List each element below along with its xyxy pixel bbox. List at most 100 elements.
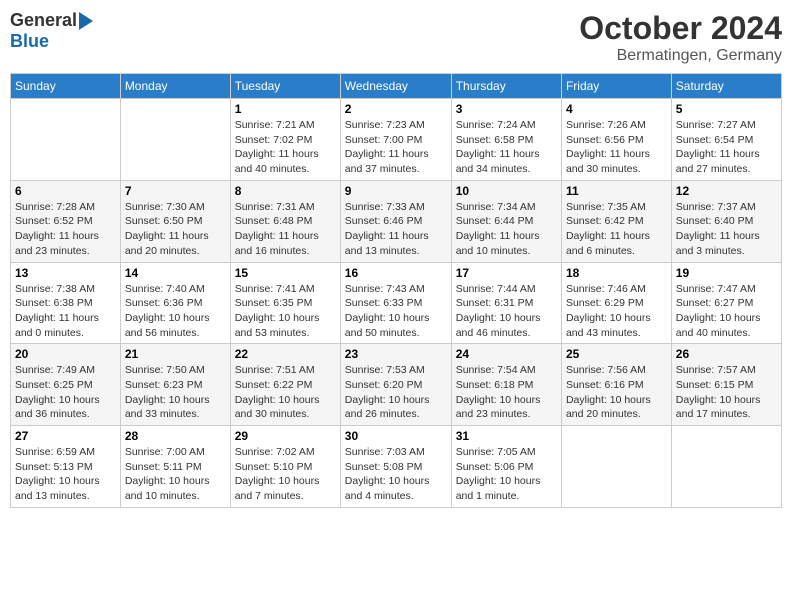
calendar-cell: 22 Sunrise: 7:51 AM Sunset: 6:22 PM Dayli… xyxy=(230,344,340,426)
day-info: Sunrise: 7:37 AM Sunset: 6:40 PM Dayligh… xyxy=(676,200,777,259)
day-info: Sunrise: 7:53 AM Sunset: 6:20 PM Dayligh… xyxy=(345,363,447,422)
calendar-cell: 6 Sunrise: 7:28 AM Sunset: 6:52 PM Daylig… xyxy=(11,180,121,262)
day-info: Sunrise: 7:23 AM Sunset: 7:00 PM Dayligh… xyxy=(345,118,447,177)
day-info: Sunrise: 7:40 AM Sunset: 6:36 PM Dayligh… xyxy=(125,282,226,341)
calendar-cell: 28 Sunrise: 7:00 AM Sunset: 5:11 PM Dayli… xyxy=(120,426,230,508)
day-number: 22 xyxy=(235,347,336,361)
calendar-week-row: 6 Sunrise: 7:28 AM Sunset: 6:52 PM Daylig… xyxy=(11,180,782,262)
day-number: 26 xyxy=(676,347,777,361)
calendar-cell: 9 Sunrise: 7:33 AM Sunset: 6:46 PM Daylig… xyxy=(340,180,451,262)
day-number: 29 xyxy=(235,429,336,443)
day-number: 16 xyxy=(345,266,447,280)
weekday-header: Sunday xyxy=(11,74,121,99)
day-info: Sunrise: 7:54 AM Sunset: 6:18 PM Dayligh… xyxy=(456,363,557,422)
day-number: 6 xyxy=(15,184,116,198)
day-number: 17 xyxy=(456,266,557,280)
calendar-week-row: 13Sunrise: 7:38 AM Sunset: 6:38 PM Dayli… xyxy=(11,262,782,344)
calendar-cell: 31Sunrise: 7:05 AM Sunset: 5:06 PM Dayli… xyxy=(451,426,561,508)
weekday-header: Tuesday xyxy=(230,74,340,99)
weekday-header: Wednesday xyxy=(340,74,451,99)
calendar-cell: 25Sunrise: 7:56 AM Sunset: 6:16 PM Dayli… xyxy=(561,344,671,426)
month-title: October 2024 xyxy=(579,10,782,47)
day-info: Sunrise: 7:38 AM Sunset: 6:38 PM Dayligh… xyxy=(15,282,116,341)
day-number: 20 xyxy=(15,347,116,361)
weekday-header: Saturday xyxy=(671,74,781,99)
calendar-cell: 26Sunrise: 7:57 AM Sunset: 6:15 PM Dayli… xyxy=(671,344,781,426)
calendar-cell: 15 Sunrise: 7:41 AM Sunset: 6:35 PM Dayli… xyxy=(230,262,340,344)
day-info: Sunrise: 7:21 AM Sunset: 7:02 PM Dayligh… xyxy=(235,118,336,177)
weekday-header-row: SundayMondayTuesdayWednesdayThursdayFrid… xyxy=(11,74,782,99)
calendar-cell: 24 Sunrise: 7:54 AM Sunset: 6:18 PM Dayli… xyxy=(451,344,561,426)
day-info: Sunrise: 7:47 AM Sunset: 6:27 PM Dayligh… xyxy=(676,282,777,341)
day-number: 11 xyxy=(566,184,667,198)
day-info: Sunrise: 7:44 AM Sunset: 6:31 PM Dayligh… xyxy=(456,282,557,341)
calendar-cell xyxy=(671,426,781,508)
calendar-cell xyxy=(120,99,230,181)
day-number: 23 xyxy=(345,347,447,361)
calendar-cell: 4Sunrise: 7:26 AM Sunset: 6:56 PM Daylig… xyxy=(561,99,671,181)
calendar-cell: 21Sunrise: 7:50 AM Sunset: 6:23 PM Dayli… xyxy=(120,344,230,426)
day-number: 3 xyxy=(456,102,557,116)
calendar-cell: 7 Sunrise: 7:30 AM Sunset: 6:50 PM Daylig… xyxy=(120,180,230,262)
calendar-cell: 19Sunrise: 7:47 AM Sunset: 6:27 PM Dayli… xyxy=(671,262,781,344)
day-number: 25 xyxy=(566,347,667,361)
calendar-week-row: 20Sunrise: 7:49 AM Sunset: 6:25 PM Dayli… xyxy=(11,344,782,426)
logo-arrow-icon xyxy=(79,12,93,30)
calendar-cell: 29Sunrise: 7:02 AM Sunset: 5:10 PM Dayli… xyxy=(230,426,340,508)
calendar-cell xyxy=(561,426,671,508)
calendar-cell xyxy=(11,99,121,181)
calendar-cell: 12 Sunrise: 7:37 AM Sunset: 6:40 PM Dayli… xyxy=(671,180,781,262)
calendar-cell: 3Sunrise: 7:24 AM Sunset: 6:58 PM Daylig… xyxy=(451,99,561,181)
day-number: 5 xyxy=(676,102,777,116)
calendar-cell: 20Sunrise: 7:49 AM Sunset: 6:25 PM Dayli… xyxy=(11,344,121,426)
day-number: 7 xyxy=(125,184,226,198)
calendar-cell: 18 Sunrise: 7:46 AM Sunset: 6:29 PM Dayli… xyxy=(561,262,671,344)
title-block: October 2024 Bermatingen, Germany xyxy=(579,10,782,65)
day-number: 2 xyxy=(345,102,447,116)
day-number: 27 xyxy=(15,429,116,443)
day-number: 31 xyxy=(456,429,557,443)
logo: General Blue xyxy=(10,10,95,52)
day-number: 15 xyxy=(235,266,336,280)
calendar-cell: 30Sunrise: 7:03 AM Sunset: 5:08 PM Dayli… xyxy=(340,426,451,508)
day-number: 10 xyxy=(456,184,557,198)
day-info: Sunrise: 6:59 AM Sunset: 5:13 PM Dayligh… xyxy=(15,445,116,504)
calendar-table: SundayMondayTuesdayWednesdayThursdayFrid… xyxy=(10,73,782,508)
day-number: 8 xyxy=(235,184,336,198)
day-info: Sunrise: 7:30 AM Sunset: 6:50 PM Dayligh… xyxy=(125,200,226,259)
day-info: Sunrise: 7:41 AM Sunset: 6:35 PM Dayligh… xyxy=(235,282,336,341)
day-number: 28 xyxy=(125,429,226,443)
day-info: Sunrise: 7:46 AM Sunset: 6:29 PM Dayligh… xyxy=(566,282,667,341)
day-info: Sunrise: 7:50 AM Sunset: 6:23 PM Dayligh… xyxy=(125,363,226,422)
day-info: Sunrise: 7:00 AM Sunset: 5:11 PM Dayligh… xyxy=(125,445,226,504)
weekday-header: Thursday xyxy=(451,74,561,99)
calendar-cell: 2 Sunrise: 7:23 AM Sunset: 7:00 PM Daylig… xyxy=(340,99,451,181)
day-info: Sunrise: 7:35 AM Sunset: 6:42 PM Dayligh… xyxy=(566,200,667,259)
logo-blue: Blue xyxy=(10,31,49,51)
location: Bermatingen, Germany xyxy=(579,47,782,65)
day-info: Sunrise: 7:51 AM Sunset: 6:22 PM Dayligh… xyxy=(235,363,336,422)
calendar-cell: 27 Sunrise: 6:59 AM Sunset: 5:13 PM Dayli… xyxy=(11,426,121,508)
page-header: General Blue October 2024 Bermatingen, G… xyxy=(10,10,782,65)
day-number: 30 xyxy=(345,429,447,443)
day-number: 9 xyxy=(345,184,447,198)
weekday-header: Friday xyxy=(561,74,671,99)
day-info: Sunrise: 7:28 AM Sunset: 6:52 PM Dayligh… xyxy=(15,200,116,259)
day-info: Sunrise: 7:27 AM Sunset: 6:54 PM Dayligh… xyxy=(676,118,777,177)
calendar-week-row: 27 Sunrise: 6:59 AM Sunset: 5:13 PM Dayli… xyxy=(11,426,782,508)
calendar-cell: 23 Sunrise: 7:53 AM Sunset: 6:20 PM Dayli… xyxy=(340,344,451,426)
calendar-cell: 8 Sunrise: 7:31 AM Sunset: 6:48 PM Daylig… xyxy=(230,180,340,262)
calendar-cell: 5 Sunrise: 7:27 AM Sunset: 6:54 PM Daylig… xyxy=(671,99,781,181)
day-number: 24 xyxy=(456,347,557,361)
day-number: 18 xyxy=(566,266,667,280)
day-info: Sunrise: 7:31 AM Sunset: 6:48 PM Dayligh… xyxy=(235,200,336,259)
day-info: Sunrise: 7:34 AM Sunset: 6:44 PM Dayligh… xyxy=(456,200,557,259)
day-number: 14 xyxy=(125,266,226,280)
calendar-cell: 13Sunrise: 7:38 AM Sunset: 6:38 PM Dayli… xyxy=(11,262,121,344)
day-number: 12 xyxy=(676,184,777,198)
calendar-cell: 17 Sunrise: 7:44 AM Sunset: 6:31 PM Dayli… xyxy=(451,262,561,344)
day-info: Sunrise: 7:33 AM Sunset: 6:46 PM Dayligh… xyxy=(345,200,447,259)
day-info: Sunrise: 7:43 AM Sunset: 6:33 PM Dayligh… xyxy=(345,282,447,341)
calendar-cell: 10 Sunrise: 7:34 AM Sunset: 6:44 PM Dayli… xyxy=(451,180,561,262)
day-number: 4 xyxy=(566,102,667,116)
